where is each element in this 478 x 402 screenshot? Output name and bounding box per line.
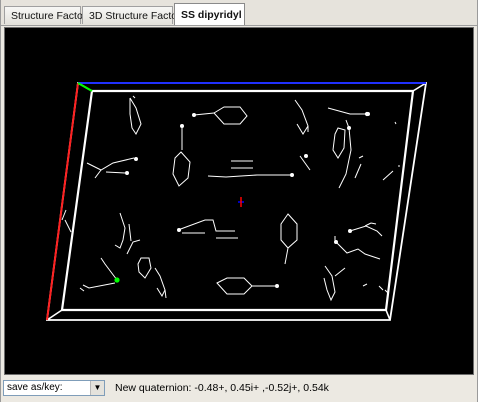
axis-c-line (77, 82, 93, 92)
structure-viewer-canvas[interactable] (4, 27, 474, 375)
status-bar: save as/key: ▼ New quaternion: -0.48+, 0… (1, 377, 477, 402)
app-window: Structure Factors 3D Structure Factors S… (0, 0, 478, 402)
axis-a-line (46, 82, 79, 321)
molecule-atoms (125, 112, 370, 288)
tab-3d-structure-factors[interactable]: 3D Structure Factors (82, 6, 186, 24)
save-as-key-select[interactable]: save as/key: ▼ (3, 380, 105, 396)
save-as-key-value: save as/key: (7, 382, 63, 393)
center-crosshair (238, 197, 244, 207)
unit-cell (45, 82, 428, 321)
tab-bar: Structure Factors 3D Structure Factors S… (1, 0, 477, 26)
tab-structure-factors[interactable]: Structure Factors (4, 6, 92, 24)
chevron-down-icon[interactable]: ▼ (90, 381, 104, 395)
highlighted-atom (114, 277, 120, 283)
status-message: New quaternion: -0.48+, 0.45i+ ,-0.52j+,… (115, 382, 329, 394)
tab-ss-dipyridyl[interactable]: SS dipyridyl (174, 3, 245, 25)
